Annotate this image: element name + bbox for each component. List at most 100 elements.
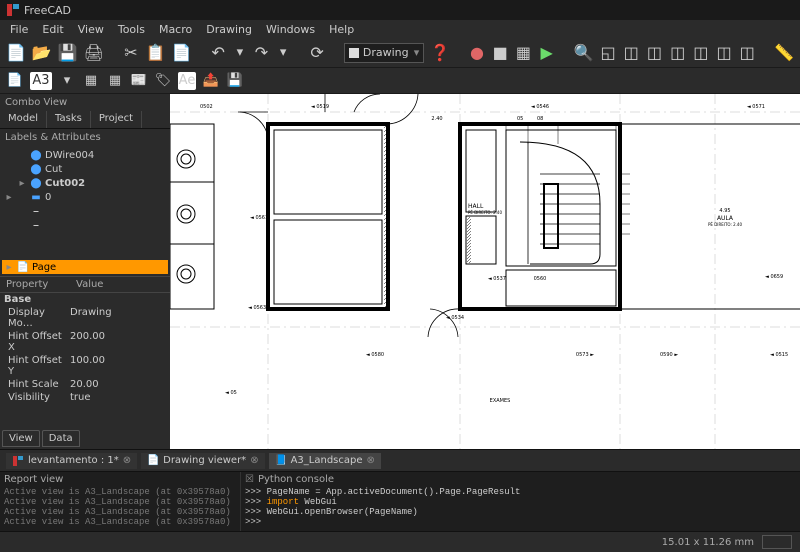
svg-text:0573 ►: 0573 ► (576, 352, 594, 358)
tab-tasks[interactable]: Tasks (47, 111, 91, 128)
combo-tabs: Model Tasks Project (0, 111, 170, 129)
view-rear-icon[interactable]: ◫ (692, 42, 709, 64)
drawing-annotation-icon[interactable]: 🏷 (154, 72, 172, 90)
console-line: >>> WebGui.openBrowser(PageName) (245, 507, 796, 517)
new-file-icon[interactable]: 📄 (6, 42, 26, 64)
tree-item-selected[interactable]: ▸📄Page (2, 260, 168, 274)
menu-file[interactable]: File (4, 21, 34, 38)
drawing-dropdown-icon[interactable]: ▾ (58, 72, 76, 90)
close-icon[interactable]: ⊗ (123, 455, 131, 466)
view-bottom-icon[interactable]: ◫ (715, 42, 732, 64)
menu-view[interactable]: View (72, 21, 110, 38)
redo-dropdown-icon[interactable]: ▾ (276, 44, 290, 62)
document-tabs: levantamento : 1*⊗ 📄Drawing viewer*⊗ 📘A3… (0, 449, 800, 471)
undo-icon[interactable]: ↶ (210, 42, 227, 64)
prop-row[interactable]: Hint Scale20.00 (0, 378, 170, 391)
tree-item[interactable] (2, 232, 168, 246)
tab-model[interactable]: Model (0, 111, 47, 128)
tree-item[interactable]: ▸▬0 (2, 190, 168, 204)
status-coords: 15.01 x 11.26 mm (662, 537, 754, 548)
tree-item[interactable]: ⬤Cut (2, 162, 168, 176)
view-axo-icon[interactable]: ◱ (599, 42, 616, 64)
prop-row[interactable]: Hint Offset Y100.00 (0, 354, 170, 378)
view-front-icon[interactable]: ◫ (623, 42, 640, 64)
workbench-label: Drawing (363, 46, 409, 59)
view-fit-icon[interactable]: 🔍 (574, 42, 594, 64)
sidebar: Combo View Model Tasks Project Labels & … (0, 94, 170, 449)
refresh-icon[interactable]: ⟳ (308, 42, 325, 64)
canvas[interactable]: 0502 ◄ 0519 ◄ 0546 ◄ 0571 ◄ 0561 ◄ 0563 … (170, 94, 800, 449)
print-icon[interactable]: 🖨 (84, 42, 104, 64)
tree-item[interactable] (2, 246, 168, 260)
close-icon[interactable]: ⊗ (250, 455, 258, 466)
view-left-icon[interactable]: ◫ (739, 42, 756, 64)
tree-item[interactable]: ⎯ (2, 204, 168, 218)
svg-text:◄ 0515: ◄ 0515 (770, 352, 788, 358)
python-console[interactable]: Python console >>> PageName = App.active… (240, 472, 800, 531)
undo-dropdown-icon[interactable]: ▾ (233, 44, 247, 62)
drawing-open-browser-icon[interactable]: 📰 (130, 72, 148, 90)
tab-project[interactable]: Project (91, 111, 142, 128)
props-header: Property Value (0, 276, 170, 293)
drawing-content: 0502 ◄ 0519 ◄ 0546 ◄ 0571 ◄ 0561 ◄ 0563 … (170, 94, 800, 449)
prop-row[interactable]: Hint Offset X200.00 (0, 330, 170, 354)
drawing-insert-view-icon[interactable]: ▦ (82, 72, 100, 90)
menu-windows[interactable]: Windows (260, 21, 321, 38)
console-line: >>> (245, 517, 796, 527)
view-right-icon[interactable]: ◫ (669, 42, 686, 64)
save-icon[interactable]: 💾 (58, 42, 78, 64)
toolbar-secondary: 📄 A3 ▾ ▦ ▦ 📰 🏷 Ae 📤 💾 (0, 68, 800, 94)
svg-text:08: 08 (537, 116, 543, 122)
menu-tools[interactable]: Tools (112, 21, 151, 38)
statusbar: 15.01 x 11.26 mm (0, 531, 800, 552)
svg-text:PÉ DIREITO: 2.40: PÉ DIREITO: 2.40 (708, 222, 742, 227)
open-file-icon[interactable]: 📂 (32, 42, 52, 64)
tab-view[interactable]: View (2, 430, 40, 447)
props-body: Base Display Mo…Drawing Hint Offset X200… (0, 293, 170, 404)
copy-icon[interactable]: 📋 (146, 42, 166, 64)
drawing-new-icon[interactable]: 📄 (6, 72, 24, 90)
combo-view-title: Combo View (0, 94, 170, 111)
prop-row[interactable]: Display Mo…Drawing (0, 306, 170, 330)
drawing-a3-icon[interactable]: A3 (30, 72, 52, 90)
redo-icon[interactable]: ↷ (253, 42, 270, 64)
drawing-ortho-icon[interactable]: ▦ (106, 72, 124, 90)
tab-data[interactable]: Data (42, 430, 80, 447)
workbench-selector[interactable]: Drawing ▾ (344, 43, 424, 63)
tree-item[interactable]: ▸⬤Cut002 (2, 176, 168, 190)
whats-this-icon[interactable]: ❓ (430, 42, 450, 64)
drawing-save-icon[interactable]: 💾 (226, 72, 244, 90)
props-header-property: Property (0, 277, 70, 292)
menu-help[interactable]: Help (323, 21, 360, 38)
close-icon[interactable]: ⊗ (367, 455, 375, 466)
document-tab[interactable]: 📄Drawing viewer*⊗ (141, 453, 264, 469)
macro-execute-icon[interactable]: ▶ (538, 42, 555, 64)
svg-text:◄ 0659: ◄ 0659 (765, 274, 783, 280)
tree-item[interactable]: ⎯ (2, 218, 168, 232)
menu-drawing[interactable]: Drawing (200, 21, 258, 38)
bottom-panels: Report view Active view is A3_Landscape … (0, 471, 800, 531)
macro-record-icon[interactable]: ● (468, 42, 485, 64)
console-line: >>> PageName = App.activeDocument().Page… (245, 487, 796, 497)
measure-icon[interactable]: 📏 (774, 42, 794, 64)
report-line: Active view is A3_Landscape (at 0x39578a… (4, 507, 236, 517)
cut-icon[interactable]: ✂ (122, 42, 139, 64)
prop-row[interactable]: Visibilitytrue (0, 391, 170, 404)
menu-macro[interactable]: Macro (153, 21, 198, 38)
svg-text:◄ 0561: ◄ 0561 (250, 215, 268, 221)
menubar: File Edit View Tools Macro Drawing Windo… (0, 20, 800, 38)
document-tab-active[interactable]: 📘A3_Landscape⊗ (269, 453, 381, 469)
macro-stop-icon[interactable]: ■ (492, 42, 509, 64)
document-tab[interactable]: levantamento : 1*⊗ (6, 453, 137, 469)
drawing-export-icon[interactable]: 📤 (202, 72, 220, 90)
status-box[interactable] (762, 535, 792, 549)
menu-edit[interactable]: Edit (36, 21, 69, 38)
svg-text:◄ 05: ◄ 05 (225, 390, 237, 396)
macro-list-icon[interactable]: ▦ (515, 42, 532, 64)
view-top-icon[interactable]: ◫ (646, 42, 663, 64)
drawing-clip-icon[interactable]: Ae (178, 72, 196, 90)
svg-text:0590 ►: 0590 ► (660, 352, 678, 358)
paste-icon[interactable]: 📄 (171, 42, 191, 64)
tree-item[interactable]: ⬤DWire004 (2, 148, 168, 162)
report-line: Active view is A3_Landscape (at 0x39578a… (4, 487, 236, 497)
